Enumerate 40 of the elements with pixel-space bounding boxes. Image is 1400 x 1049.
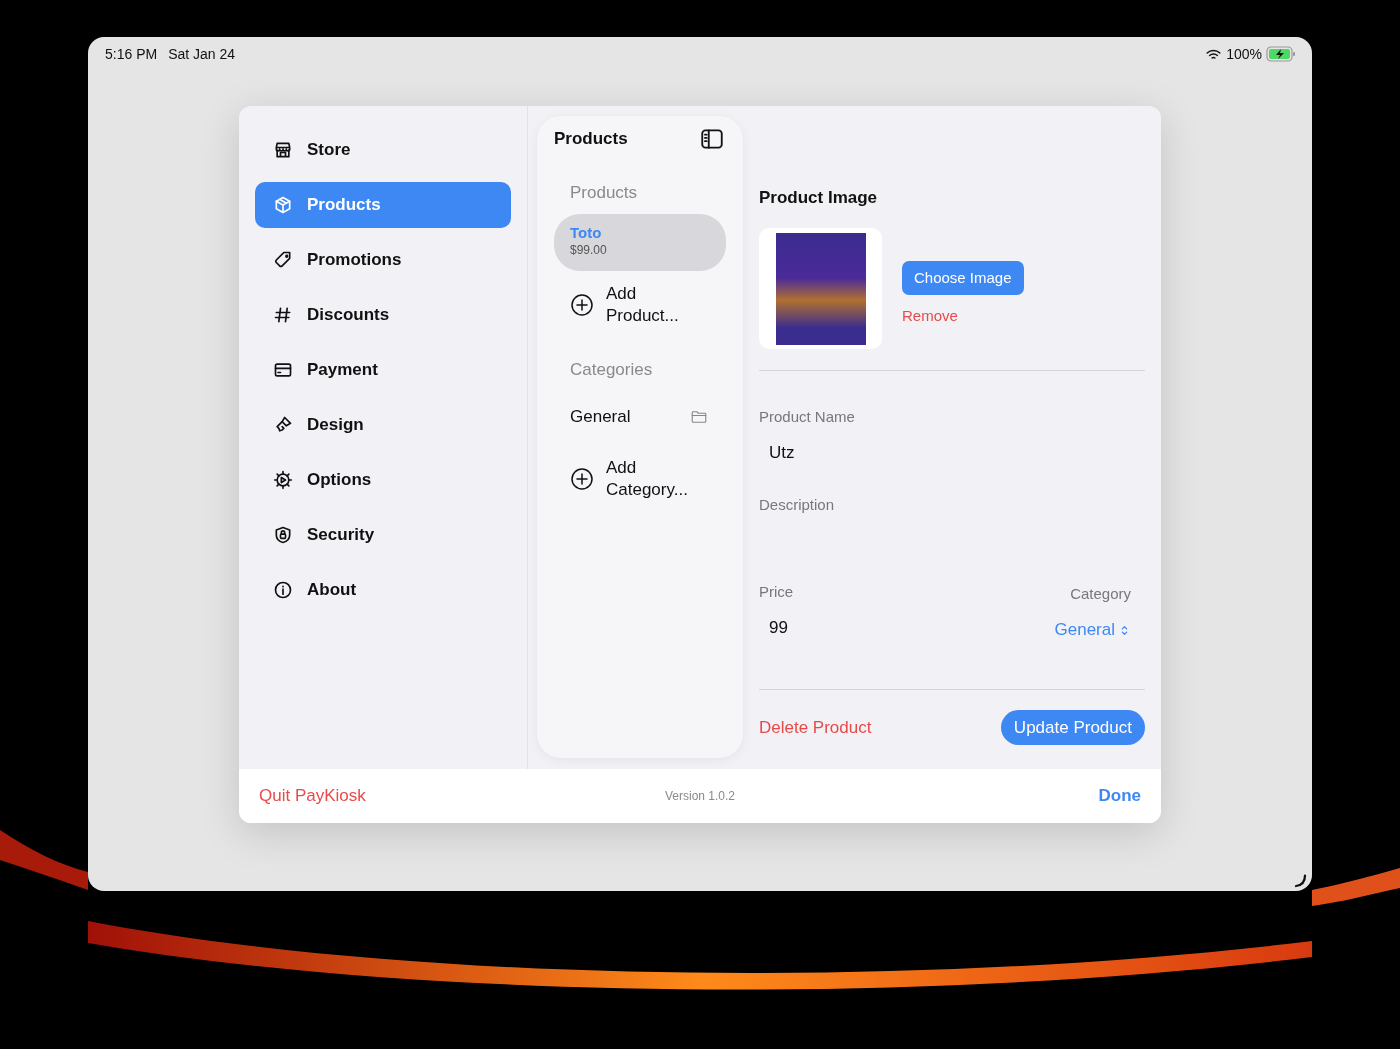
battery-percent: 100% bbox=[1226, 46, 1262, 62]
add-link[interactable]: Add Category... bbox=[606, 457, 696, 501]
info-icon bbox=[273, 580, 293, 600]
sidebar-item[interactable]: Promotions bbox=[255, 237, 511, 283]
field-label: Description bbox=[759, 496, 836, 513]
section-header: Categories bbox=[569, 359, 654, 381]
box-icon bbox=[273, 195, 293, 215]
plus-circle-icon bbox=[570, 293, 594, 317]
sidebar-item[interactable]: Design bbox=[255, 402, 511, 448]
storefront-icon bbox=[273, 140, 293, 160]
plus-circle-icon bbox=[570, 467, 594, 491]
version-text: Version 1.0.2 bbox=[664, 789, 736, 803]
sidebar-item[interactable]: Payment bbox=[255, 347, 511, 393]
price-field[interactable]: 99 bbox=[759, 618, 794, 638]
credit-card-icon bbox=[273, 360, 293, 380]
hash-icon bbox=[273, 305, 293, 325]
status-date: Sat Jan 24 bbox=[168, 46, 236, 62]
sidebar-toggle-icon[interactable] bbox=[698, 126, 726, 152]
field-label: Price bbox=[759, 583, 794, 600]
sidebar-item[interactable]: Discounts bbox=[255, 292, 511, 338]
shield-lock-icon bbox=[273, 525, 293, 545]
sidebar-item[interactable]: Options bbox=[255, 457, 511, 503]
sidebar-item[interactable]: Security bbox=[255, 512, 511, 558]
battery-icon bbox=[1266, 46, 1296, 62]
field-label: Category bbox=[1070, 585, 1131, 602]
sidebar-item[interactable]: About bbox=[255, 567, 511, 613]
sidebar-item[interactable]: Store bbox=[255, 127, 511, 173]
panel-title: Products bbox=[554, 129, 628, 149]
status-time: 5:16 PM bbox=[105, 46, 158, 62]
folder-icon bbox=[689, 408, 709, 426]
product-row[interactable]: Toto $99.00 bbox=[554, 214, 726, 271]
section-title: Product Image bbox=[759, 188, 879, 208]
section-header: Products bbox=[569, 182, 639, 204]
gear-icon bbox=[273, 470, 293, 490]
field-label: Product Name bbox=[759, 408, 856, 425]
tag-icon bbox=[273, 250, 293, 270]
quit-link[interactable]: Quit PayKiosk bbox=[259, 786, 459, 806]
name-field[interactable]: Utz bbox=[759, 443, 1145, 463]
category-row[interactable]: General bbox=[570, 407, 631, 427]
add-link[interactable]: Add Product... bbox=[606, 283, 696, 327]
